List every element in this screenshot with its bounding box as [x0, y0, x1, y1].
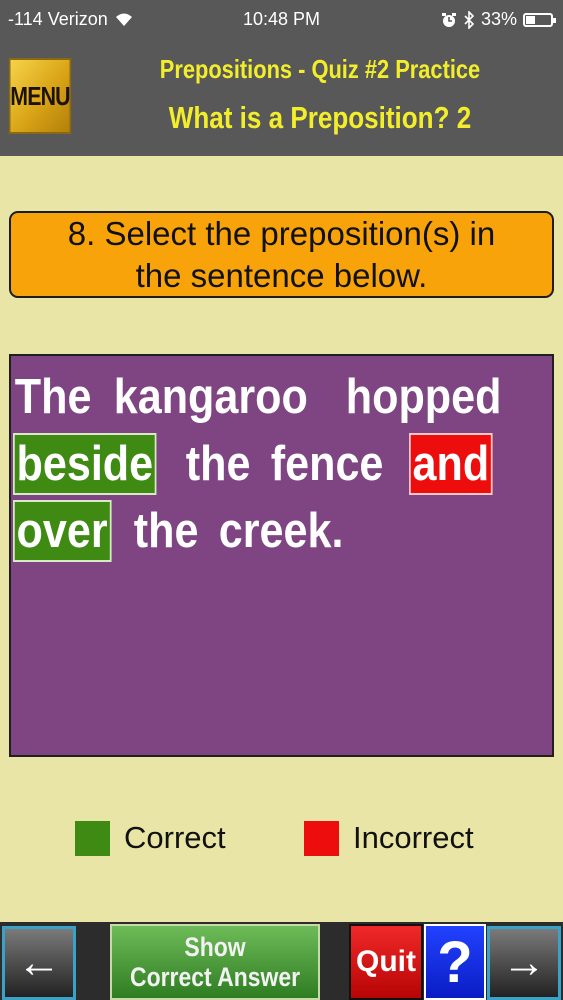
legend: Correct Incorrect — [0, 820, 563, 860]
app-header: MENU Prepositions - Quiz #2 Practice Wha… — [0, 38, 563, 156]
bottom-toolbar: ← Show Correct Answer Quit ? → — [0, 922, 563, 1000]
status-left: -114 Verizon — [8, 9, 134, 30]
arrow-right-icon: → — [502, 938, 546, 987]
carrier-signal: -114 Verizon — [8, 9, 108, 29]
question-mark-icon: ? — [437, 929, 473, 995]
word-hopped[interactable]: hopped — [344, 364, 503, 431]
question-line-2: the sentence below. — [135, 256, 428, 294]
status-right: 33% — [441, 9, 556, 30]
battery-percent: 33% — [480, 9, 517, 29]
word-over[interactable]: over — [13, 500, 112, 562]
show-label-line2: Correct Answer — [129, 962, 301, 992]
sentence: The kangaroo hopped beside the fence and… — [13, 364, 549, 565]
status-bar: -114 Verizon 10:48 PM 33% — [0, 0, 563, 38]
word-the-3[interactable]: the — [132, 498, 200, 565]
wifi-icon — [115, 13, 132, 26]
show-label-line1: Show — [184, 932, 246, 962]
word-the-1[interactable]: The — [13, 364, 93, 431]
incorrect-swatch — [304, 820, 339, 856]
show-correct-answer-button[interactable]: Show Correct Answer — [110, 924, 320, 1000]
word-creek[interactable]: creek. — [217, 498, 345, 565]
lesson-title: What is a Preposition? 2 — [168, 100, 472, 135]
correct-label: Correct — [124, 820, 226, 855]
correct-swatch — [75, 820, 110, 856]
quit-button[interactable]: Quit — [349, 924, 423, 1000]
sentence-panel: The kangaroo hopped beside the fence and… — [9, 354, 554, 757]
next-button[interactable]: → — [487, 926, 561, 1000]
legend-correct: Correct — [75, 820, 226, 856]
question-prompt: 8. Select the preposition(s) in the sent… — [9, 211, 554, 298]
question-line-1: 8. Select the preposition(s) in — [67, 214, 496, 252]
quiz-title: Prepositions - Quiz #2 Practice — [159, 54, 481, 84]
word-and[interactable]: and — [408, 433, 493, 495]
back-button[interactable]: ← — [2, 926, 76, 1000]
legend-incorrect: Incorrect — [304, 820, 474, 856]
word-beside[interactable]: beside — [13, 433, 157, 495]
battery-icon — [523, 12, 556, 27]
incorrect-label: Incorrect — [353, 820, 474, 855]
word-kangaroo[interactable]: kangaroo — [112, 364, 310, 431]
word-fence[interactable]: fence — [269, 431, 385, 498]
arrow-left-icon: ← — [17, 938, 61, 987]
word-the-2[interactable]: the — [184, 431, 252, 498]
menu-button[interactable]: MENU — [8, 58, 72, 134]
help-button[interactable]: ? — [424, 924, 486, 1000]
bluetooth-icon — [464, 10, 475, 29]
alarm-icon — [441, 12, 456, 27]
